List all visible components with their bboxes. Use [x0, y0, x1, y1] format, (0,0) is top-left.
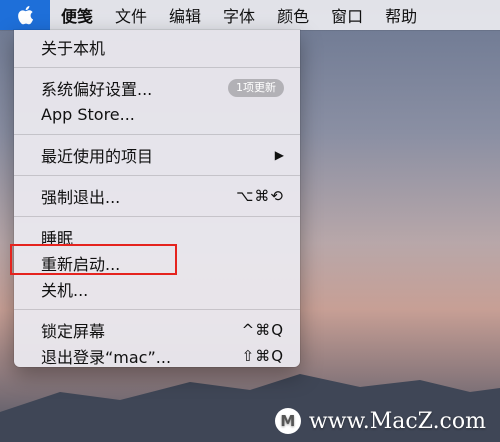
sleep-label: 睡眠 — [41, 229, 74, 248]
about-label: 关于本机 — [41, 39, 106, 58]
menu-item-restart[interactable]: 重新启动... — [14, 250, 300, 276]
lock-screen-label: 锁定屏幕 — [41, 322, 106, 341]
menu-separator — [14, 67, 300, 68]
menu-separator — [14, 216, 300, 217]
lock-screen-shortcut: ^⌘Q — [241, 321, 284, 339]
update-badge: 1项更新 — [228, 79, 284, 97]
menu-font[interactable]: 字体 — [212, 0, 266, 30]
menu-bar: 便笺 文件 编辑 字体 颜色 窗口 帮助 — [0, 0, 500, 30]
menu-separator — [14, 175, 300, 176]
submenu-arrow-icon: ▶ — [274, 148, 284, 162]
watermark-text: www.MacZ.com — [308, 408, 486, 434]
menu-item-log-out[interactable]: 退出登录“mac”... ⇧⌘Q — [14, 343, 300, 369]
menu-separator — [14, 309, 300, 310]
menu-notes[interactable]: 便笺 — [50, 0, 104, 30]
log-out-shortcut: ⇧⌘Q — [241, 347, 284, 365]
menu-item-lock-screen[interactable]: 锁定屏幕 ^⌘Q — [14, 317, 300, 343]
system-preferences-label: 系统偏好设置... — [41, 80, 153, 99]
force-quit-shortcut: ⌥⌘⟲ — [236, 187, 284, 205]
shutdown-label: 关机... — [41, 281, 89, 300]
force-quit-label: 强制退出... — [41, 188, 121, 207]
apple-icon — [18, 6, 34, 25]
menu-item-system-preferences[interactable]: 系统偏好设置... 1项更新 — [14, 75, 300, 101]
menu-window[interactable]: 窗口 — [320, 0, 374, 30]
menu-edit[interactable]: 编辑 — [158, 0, 212, 30]
menu-item-shutdown[interactable]: 关机... — [14, 276, 300, 302]
apple-menu-dropdown: 关于本机 系统偏好设置... 1项更新 App Store... 最近使用的项目… — [14, 30, 300, 367]
menu-help[interactable]: 帮助 — [374, 0, 428, 30]
menu-item-sleep[interactable]: 睡眠 — [14, 224, 300, 250]
menu-color[interactable]: 颜色 — [266, 0, 320, 30]
menu-separator — [14, 134, 300, 135]
watermark-logo-icon: M — [274, 408, 301, 434]
apple-menu-button[interactable] — [0, 0, 50, 30]
app-store-label: App Store... — [41, 104, 135, 124]
menu-item-app-store[interactable]: App Store... — [14, 101, 300, 127]
menu-item-about[interactable]: 关于本机 — [14, 34, 300, 60]
site-watermark: M www.MacZ.com — [274, 408, 486, 434]
recent-items-label: 最近使用的项目 — [41, 147, 154, 166]
menu-item-recent-items[interactable]: 最近使用的项目 ▶ — [14, 142, 300, 168]
menu-file[interactable]: 文件 — [104, 0, 158, 30]
log-out-label: 退出登录“mac”... — [41, 348, 172, 367]
restart-label: 重新启动... — [41, 255, 121, 274]
menu-item-force-quit[interactable]: 强制退出... ⌥⌘⟲ — [14, 183, 300, 209]
